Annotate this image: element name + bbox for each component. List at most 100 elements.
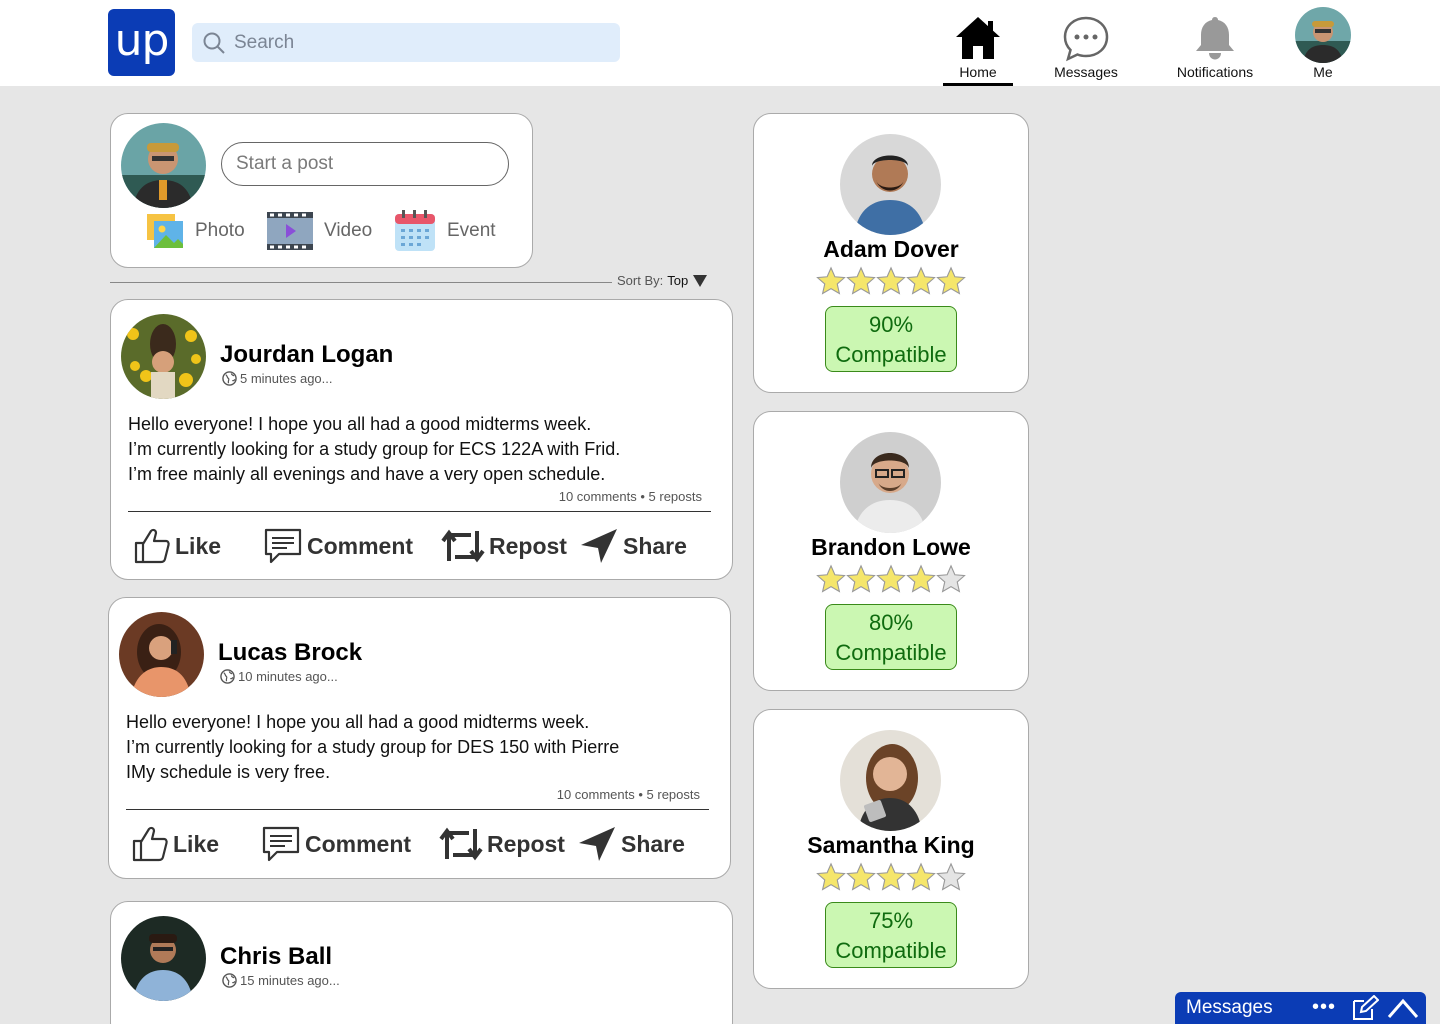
- post-timestamp: 15 minutes ago...: [222, 973, 340, 988]
- post-author[interactable]: Jourdan Logan: [220, 341, 393, 369]
- compatibility-label: Compatible: [835, 640, 947, 665]
- messages-dock-label: Messages: [1186, 997, 1273, 1018]
- match-name: Adam Dover: [823, 236, 959, 262]
- calendar-icon: [395, 210, 435, 251]
- match-card[interactable]: Adam Dover 90% Compatible: [753, 113, 1029, 393]
- globe-icon: [222, 973, 237, 988]
- feed-post: Lucas Brock 10 minutes ago... Hello ever…: [108, 597, 731, 879]
- post-author[interactable]: Lucas Brock: [218, 639, 362, 667]
- avatar: [119, 612, 204, 697]
- app-logo[interactable]: up: [108, 9, 175, 76]
- post-timestamp: 5 minutes ago...: [222, 371, 333, 386]
- compatibility-badge: 80% Compatible: [825, 604, 957, 670]
- star-filled-icon: [936, 266, 966, 295]
- like-label: Like: [173, 830, 220, 857]
- star-filled-icon: [876, 266, 906, 295]
- share-button[interactable]: Share: [579, 524, 687, 568]
- home-icon: [956, 17, 1000, 59]
- share-label: Share: [621, 830, 685, 857]
- repost-button[interactable]: Repost: [439, 822, 565, 866]
- post-line: IMy schedule is very free.: [126, 762, 331, 782]
- like-button[interactable]: Like: [133, 524, 221, 568]
- avatar: [840, 134, 941, 235]
- match-name: Samantha King: [807, 832, 975, 858]
- post-line: I’m currently looking for a study group …: [126, 737, 620, 757]
- compose-message-icon[interactable]: [1351, 995, 1379, 1021]
- post-time-text: 10 minutes ago...: [238, 669, 338, 684]
- repost-button[interactable]: Repost: [441, 524, 567, 568]
- globe-icon: [220, 669, 235, 684]
- comment-label: Comment: [305, 830, 412, 857]
- rating-stars: [754, 266, 1028, 296]
- nav-notifications-label: Notifications: [1176, 64, 1254, 80]
- repost-label: Repost: [489, 532, 567, 559]
- post-author[interactable]: Chris Ball: [220, 943, 332, 971]
- nav-messages[interactable]: Messages: [1046, 0, 1126, 86]
- nav-home-label: Home: [959, 64, 997, 80]
- match-card[interactable]: Samantha King 75% Compatible: [753, 709, 1029, 989]
- comment-label: Comment: [307, 532, 414, 559]
- post-divider: [128, 511, 711, 512]
- nav-home[interactable]: Home: [943, 0, 1013, 86]
- start-post-input[interactable]: [221, 142, 509, 186]
- chat-bubble-icon: [1063, 16, 1109, 62]
- share-button[interactable]: Share: [577, 822, 685, 866]
- star-filled-icon: [816, 564, 846, 593]
- sort-value: Top: [667, 273, 689, 288]
- star-filled-icon: [816, 266, 846, 295]
- like-button[interactable]: Like: [131, 822, 219, 866]
- feed-post: Jourdan Logan 5 minutes ago... Hello eve…: [110, 299, 733, 580]
- avatar: [121, 916, 206, 1001]
- star-filled-icon: [906, 564, 936, 593]
- nav-notifications[interactable]: Notifications: [1164, 0, 1266, 86]
- repost-icon: [439, 827, 483, 861]
- comment-icon: [262, 826, 300, 862]
- star-filled-icon: [846, 564, 876, 593]
- share-label: Share: [623, 532, 687, 559]
- caret-down-icon: [693, 274, 708, 287]
- add-photo-button[interactable]: Photo: [145, 209, 245, 253]
- star-filled-icon: [846, 862, 876, 891]
- globe-icon: [222, 371, 237, 386]
- search-input[interactable]: [234, 28, 604, 57]
- nav-me-label: Me: [1313, 64, 1333, 80]
- repost-icon: [441, 529, 485, 563]
- avatar: [840, 432, 941, 533]
- star-empty-icon: [936, 564, 966, 593]
- more-options-icon[interactable]: •••: [1312, 996, 1336, 1019]
- add-event-button[interactable]: Event: [393, 209, 496, 253]
- repost-label: Repost: [487, 830, 565, 857]
- comment-button[interactable]: Comment: [263, 524, 413, 568]
- search-bar: [192, 23, 620, 62]
- sort-dropdown[interactable]: Sort By: Top: [617, 273, 708, 288]
- chevron-up-icon[interactable]: [1387, 997, 1419, 1019]
- match-card[interactable]: Brandon Lowe 80% Compatible: [753, 411, 1029, 691]
- event-label: Event: [447, 220, 496, 241]
- match-name: Brandon Lowe: [811, 534, 971, 560]
- comment-button[interactable]: Comment: [261, 822, 411, 866]
- messages-dock[interactable]: Messages •••: [1175, 992, 1426, 1024]
- compatibility-label: Compatible: [835, 342, 947, 367]
- star-filled-icon: [906, 862, 936, 891]
- post-line: I’m currently looking for a study group …: [128, 439, 621, 459]
- post-body: Hello everyone! I hope you all had a goo…: [126, 710, 619, 785]
- add-video-button[interactable]: Video: [266, 209, 372, 253]
- avatar: [121, 314, 206, 399]
- avatar: [840, 730, 941, 831]
- star-filled-icon: [846, 266, 876, 295]
- star-filled-icon: [906, 266, 936, 295]
- nav-me[interactable]: Me: [1293, 0, 1353, 86]
- video-label: Video: [324, 220, 373, 241]
- post-divider: [126, 809, 709, 810]
- post-line: Hello everyone! I hope you all had a goo…: [128, 414, 592, 434]
- post-stats[interactable]: 10 comments • 5 reposts: [559, 489, 702, 504]
- send-icon: [581, 529, 617, 563]
- compatibility-badge: 75% Compatible: [825, 902, 957, 968]
- bell-icon: [1196, 17, 1234, 60]
- post-body: Hello everyone! I hope you all had a goo…: [128, 412, 620, 487]
- video-icon: [267, 212, 313, 250]
- post-stats[interactable]: 10 comments • 5 reposts: [557, 787, 700, 802]
- nav-messages-label: Messages: [1054, 64, 1118, 80]
- top-navigation-bar: up Home Messages Notifications Me: [0, 0, 1440, 86]
- like-label: Like: [175, 532, 222, 559]
